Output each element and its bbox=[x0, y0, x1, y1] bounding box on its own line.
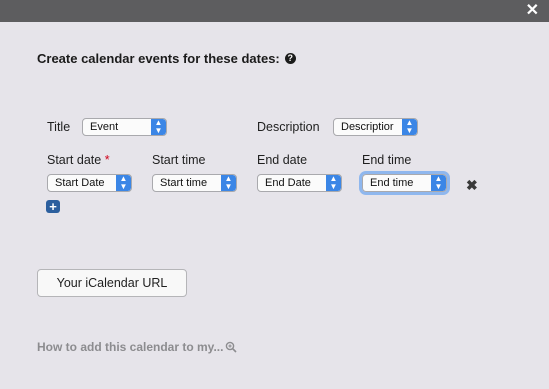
description-label: Description bbox=[257, 120, 320, 134]
end-date-label: End date bbox=[257, 153, 308, 167]
title-select[interactable]: Event ▲ ▼ bbox=[82, 118, 167, 136]
title-label: Title bbox=[47, 120, 71, 134]
start-time-select[interactable]: Start time ▲ ▼ bbox=[152, 174, 237, 192]
howto-link[interactable]: How to add this calendar to my... bbox=[37, 340, 238, 354]
end-date-select[interactable]: End Date ▲ ▼ bbox=[257, 174, 342, 192]
start-time-label: Start time bbox=[152, 153, 206, 167]
select-arrows-icon: ▲ ▼ bbox=[151, 119, 166, 135]
close-icon[interactable]: ✕ bbox=[526, 2, 539, 20]
select-arrows-icon: ▲ ▼ bbox=[431, 175, 446, 191]
calendar-dialog: ✕ Create calendar events for these dates… bbox=[0, 0, 549, 389]
start-date-select[interactable]: Start Date ▲ ▼ bbox=[47, 174, 132, 192]
dialog-heading: Create calendar events for these dates: … bbox=[37, 51, 296, 66]
select-arrows-icon: ▲ ▼ bbox=[326, 175, 341, 191]
remove-row-icon[interactable]: ✖ bbox=[466, 177, 478, 194]
select-arrows-icon: ▲ ▼ bbox=[221, 175, 236, 191]
add-row-button[interactable]: + bbox=[46, 200, 60, 213]
heading-text: Create calendar events for these dates: bbox=[37, 51, 280, 66]
howto-link-text: How to add this calendar to my... bbox=[37, 340, 224, 354]
select-arrows-icon: ▲ ▼ bbox=[116, 175, 131, 191]
dialog-titlebar: ✕ bbox=[0, 0, 549, 22]
select-arrows-icon: ▲ ▼ bbox=[402, 119, 417, 135]
end-time-select[interactable]: End time ▲ ▼ bbox=[359, 171, 450, 195]
description-select[interactable]: Descriptior ▲ ▼ bbox=[333, 118, 418, 136]
question-circle-icon[interactable]: ? bbox=[284, 53, 296, 64]
plus-icon: + bbox=[49, 199, 57, 214]
start-date-label: Start date * bbox=[47, 153, 110, 167]
required-mark: * bbox=[104, 153, 110, 167]
end-time-label: End time bbox=[362, 153, 412, 167]
zoom-in-icon bbox=[226, 341, 238, 353]
icalendar-url-button[interactable]: Your iCalendar URL bbox=[37, 269, 187, 297]
start-date-label-text: Start date bbox=[47, 153, 102, 167]
